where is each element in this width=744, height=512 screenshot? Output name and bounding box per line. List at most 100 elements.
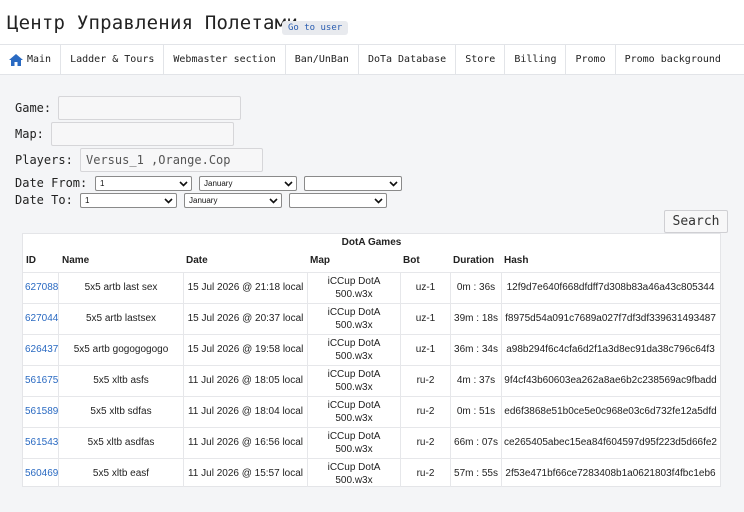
date-from-label: Date From: [15,176,88,190]
game-duration: 4m : 37s [456,375,496,386]
game-name: 5x5 artb gogogogogo [73,344,169,355]
game-map: iCCup DotA [327,307,381,318]
game-map: iCCup DotA [327,338,381,349]
players-input[interactable]: Versus_1 ,Orange.Cop [80,148,263,172]
chevron-down-icon [164,198,173,204]
game-duration: 66m : 07s [454,437,498,448]
game-duration: 39m : 18s [454,313,498,324]
header-date: Date [186,255,208,266]
to-day-value: 1 [85,196,90,205]
game-duration: 36m : 34s [454,344,498,355]
to-year-select[interactable] [289,193,387,208]
game-date: 11 Jul 2026 @ 18:04 local [187,406,304,417]
game-duration: 0m : 51s [456,406,496,417]
game-hash: f8975d54a091c7689a027f7df3df339631493487 [505,313,716,324]
table-row: 560469 5x5 xltb easf 11 Jul 2026 @ 15:57 l… [23,458,720,490]
table-row: 561543 5x5 xltb asdfas 11 Jul 2026 @ 16:56… [23,427,720,459]
map-input[interactable] [51,122,234,146]
game-id-link[interactable]: 626437 [25,344,58,355]
nav-item-label: Main [27,54,52,65]
to-day-select[interactable]: 1 [80,193,177,208]
game-duration: 0m : 36s [456,282,496,293]
game-id-link[interactable]: 627088 [25,282,58,293]
game-name: 5x5 xltb sdfas [90,406,152,417]
game-map: iCCup DotA [327,276,381,287]
game-hash: 2f53e471bf66ce7283408b1a0621803f4fbc1eb6 [505,468,716,479]
game-duration: 57m : 55s [454,468,498,479]
nav-item-main[interactable]: Main [0,45,62,74]
game-date: 15 Jul 2026 @ 19:58 local [187,344,304,355]
game-name: 5x5 artb lastsex [85,313,157,324]
game-id-link[interactable]: 627044 [25,313,58,324]
game-id-link[interactable]: 560469 [25,468,58,479]
game-date: 11 Jul 2026 @ 15:57 local [187,468,304,479]
game-bot: uz-1 [415,344,436,355]
game-input[interactable] [58,96,241,120]
players-label: Players: [15,153,73,167]
search-button[interactable]: Search [664,210,728,233]
nav-item-ban-unban[interactable]: Ban/UnBan [286,45,359,74]
chevron-down-icon [269,198,278,204]
to-month-select[interactable]: January [184,193,282,208]
chevron-down-icon [389,181,398,187]
game-map: 500.w3x [335,289,373,300]
header-hash: Hash [504,255,529,266]
home-icon [9,53,23,66]
header-name: Name [62,255,90,266]
chevron-down-icon [179,181,188,187]
nav-item-ladder-tours[interactable]: Ladder & Tours [61,45,165,74]
game-map: 500.w3x [335,320,373,331]
game-name: 5x5 xltb asfs [93,375,149,386]
table-row: 627088 5x5 artb last sex 15 Jul 2026 @ 21:… [23,272,720,304]
from-year-select[interactable] [304,176,402,191]
nav-item-store[interactable]: Store [456,45,506,74]
game-id-link[interactable]: 561589 [25,406,58,417]
go-to-user-button[interactable]: Go to user [282,21,349,35]
game-id-link[interactable]: 561675 [25,375,58,386]
game-hash: 9f4cf43b60603ea262a8ae6b2c238569ac9fbadd [504,375,717,386]
game-date: 11 Jul 2026 @ 16:56 local [187,437,304,448]
from-month-select[interactable]: January [199,176,297,191]
header-map: Map [310,255,330,266]
chevron-down-icon [374,198,383,204]
page-title: Центр Управления Полетами [7,12,298,34]
table-title: DotA Games [341,237,402,248]
main-nav: Main Ladder & Tours Webmaster section Ba… [0,44,744,75]
game-map: 500.w3x [335,413,373,424]
game-date: 11 Jul 2026 @ 18:05 local [187,375,304,386]
page-header: Центр Управления Полетами Go to user [0,0,744,44]
from-month-value: January [204,179,233,188]
game-bot: ru-2 [416,375,435,386]
game-name: 5x5 xltb easf [92,468,150,479]
chevron-down-icon [284,181,293,187]
header-id: ID [26,255,36,266]
nav-item-promo-background[interactable]: Promo background [616,45,730,74]
nav-item-webmaster[interactable]: Webmaster section [164,45,286,74]
game-date: 15 Jul 2026 @ 20:37 local [187,313,304,324]
game-hash: 12f9d7e640f668dfdff7d308b83a46a43c805344 [506,282,715,293]
game-bot: uz-1 [415,313,436,324]
game-map: 500.w3x [335,351,373,362]
game-map: iCCup DotA [327,462,381,473]
from-day-select[interactable]: 1 [95,176,192,191]
header-duration: Duration [453,255,495,266]
game-date: 15 Jul 2026 @ 21:18 local [187,282,304,293]
games-table: DotA Games ID Name Date Map Bot Duration… [22,233,721,487]
game-hash: ce265405abec15ea84f604597d95f223d5d66fe2 [504,437,717,448]
nav-item-promo[interactable]: Promo [566,45,616,74]
table-row: 561675 5x5 xltb asfs 11 Jul 2026 @ 18:05 l… [23,365,720,397]
map-label: Map: [15,127,44,141]
header-bot: Bot [403,255,420,266]
game-map: iCCup DotA [327,400,381,411]
date-to-label: Date To: [15,193,73,207]
game-map: 500.w3x [335,444,373,455]
game-bot: ru-2 [416,406,435,417]
game-id-link[interactable]: 561543 [25,437,58,448]
table-row: 626437 5x5 artb gogogogogo 15 Jul 2026 @ 1… [23,334,720,366]
game-bot: ru-2 [416,437,435,448]
game-label: Game: [15,101,52,115]
nav-item-dota-database[interactable]: DoTa Database [359,45,457,74]
nav-item-billing[interactable]: Billing [505,45,567,74]
game-hash: ed6f3868e51b0ce5e0c968e03c6d732fe12a5dfd [504,406,717,417]
table-row: 627044 5x5 artb lastsex 15 Jul 2026 @ 20:3… [23,303,720,335]
